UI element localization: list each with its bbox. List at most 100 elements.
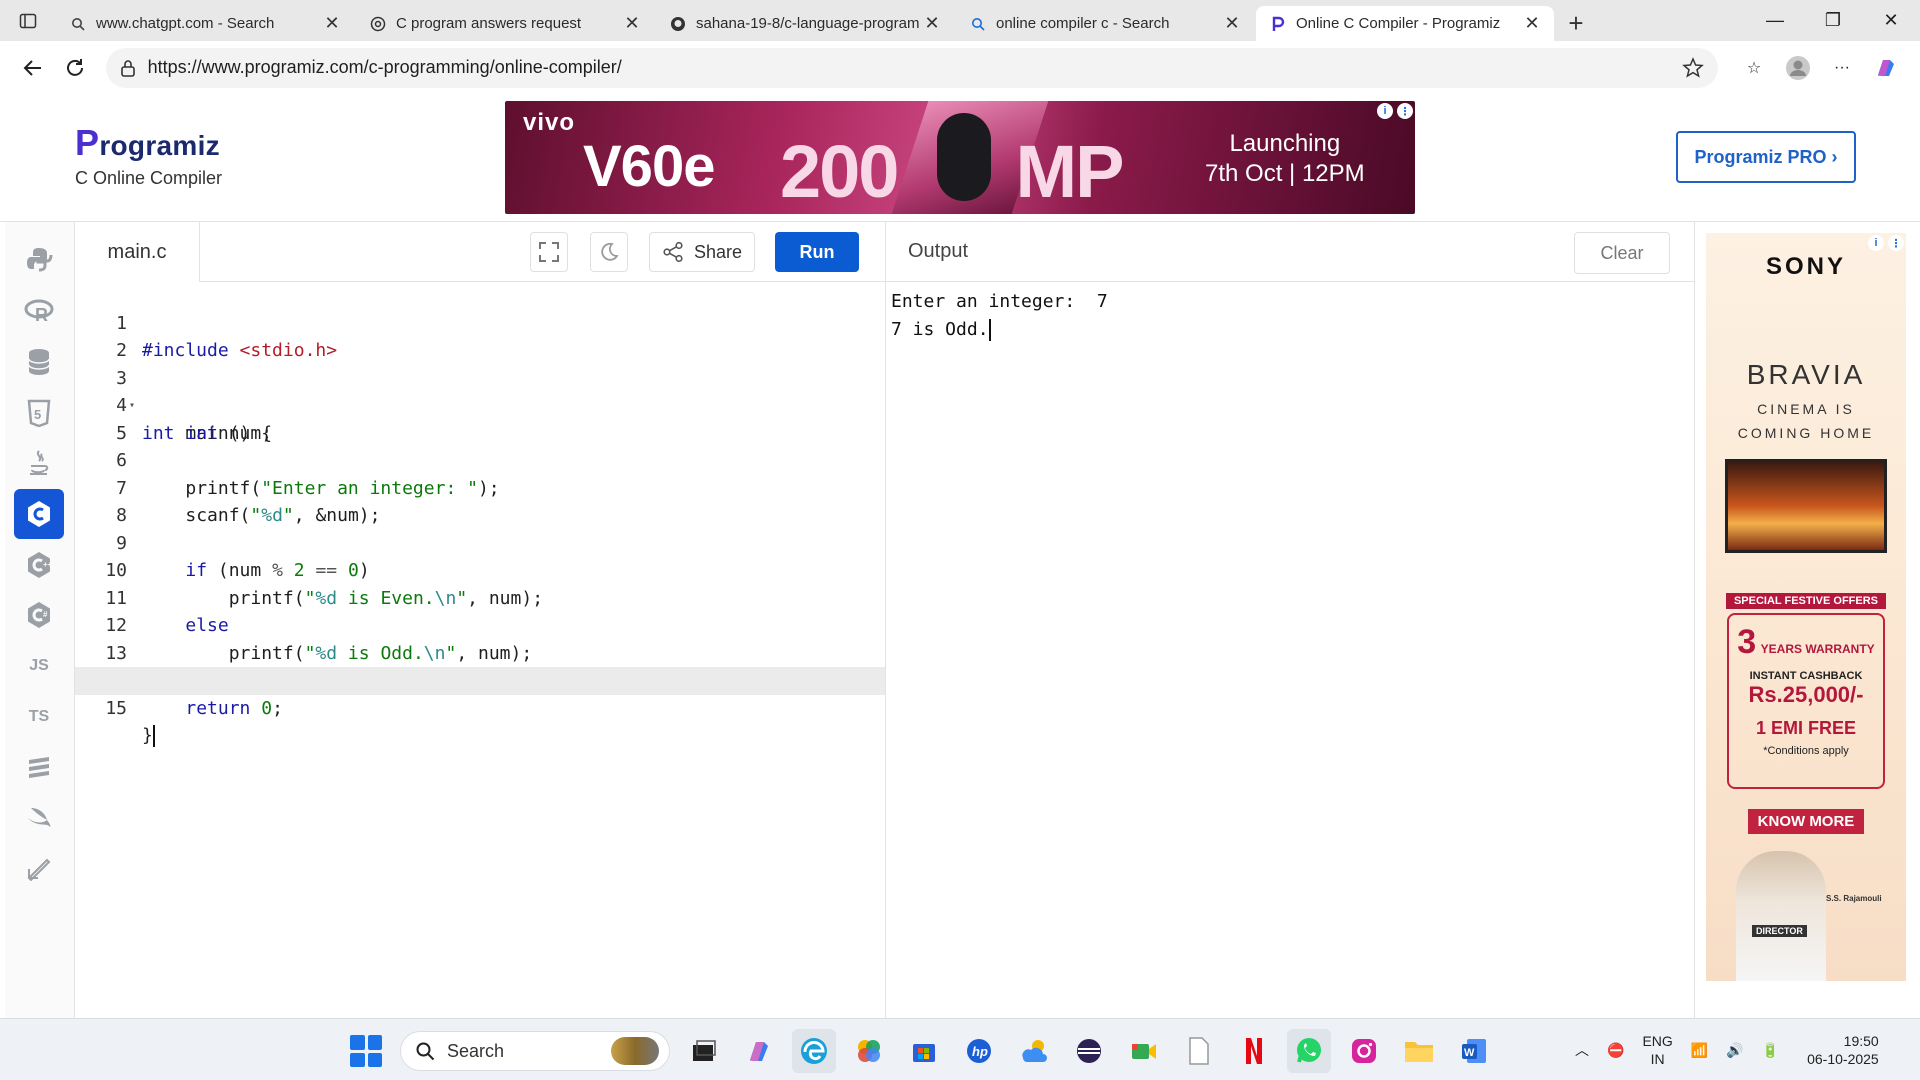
code-editor[interactable]: 1 #include <stdio.h> 2 3 ▾ int main() { …	[75, 282, 885, 1018]
rail-item-ts[interactable]: TS	[14, 692, 64, 742]
svg-text:#: #	[43, 610, 48, 619]
fullscreen-button[interactable]	[530, 232, 568, 272]
c-lang-icon	[28, 501, 50, 527]
editor-toolbar: main.c Share Run	[75, 222, 885, 282]
run-button[interactable]: Run	[775, 232, 859, 272]
favorites-button[interactable]: ☆	[1732, 47, 1776, 89]
close-tab-icon[interactable]: ✕	[622, 13, 642, 34]
taskbar-search-placeholder: Search	[447, 1040, 505, 1061]
ad-person-image	[1736, 851, 1826, 981]
taskbar-clock[interactable]: 19:50 06-10-2025	[1807, 1032, 1879, 1068]
ad-choices[interactable]: i ⋮	[1868, 235, 1904, 251]
favorite-star-icon[interactable]	[1682, 56, 1704, 79]
browser-tab[interactable]: C program answers request ✕	[356, 6, 654, 41]
rail-item-sql[interactable]	[14, 337, 64, 387]
rail-item-swift[interactable]	[14, 792, 64, 842]
battery-icon[interactable]: 🔋	[1762, 1042, 1779, 1059]
reload-button[interactable]	[54, 47, 96, 89]
programiz-logo[interactable]: Programiz C Online Compiler	[75, 122, 222, 189]
ad-know-more-button[interactable]: KNOW MORE	[1747, 809, 1865, 834]
programiz-pro-button[interactable]: Programiz PRO ›	[1676, 131, 1856, 183]
edge-icon	[801, 1038, 827, 1064]
taskbar-eclipse[interactable]	[1067, 1029, 1111, 1073]
wifi-icon[interactable]: 📶	[1691, 1042, 1708, 1059]
tab-actions-button[interactable]	[0, 0, 56, 41]
output-title: Output	[908, 240, 969, 262]
volume-icon[interactable]: 🔊	[1726, 1042, 1743, 1059]
moon-icon	[601, 242, 619, 261]
rail-item-go[interactable]	[14, 742, 64, 792]
taskbar-meet[interactable]	[1122, 1029, 1166, 1073]
ad-model: V60e	[583, 134, 715, 199]
search-highlight-icon	[611, 1037, 659, 1065]
ad-choices[interactable]: i ⋮	[1377, 103, 1413, 119]
share-button[interactable]: Share	[649, 232, 755, 272]
taskbar-file-explorer[interactable]	[1397, 1029, 1441, 1073]
rail-item-html[interactable]: 5	[14, 388, 64, 438]
back-button[interactable]	[12, 47, 54, 89]
tab-title: Online C Compiler - Programiz	[1296, 15, 1501, 32]
minimize-button[interactable]: —	[1746, 0, 1804, 41]
output-header: Output Clear	[886, 222, 1694, 282]
dark-mode-button[interactable]	[590, 232, 628, 272]
copilot-icon	[750, 1042, 768, 1061]
output-console[interactable]: Enter an integer: 7 7 is Odd.	[891, 288, 1108, 344]
more-menu-button[interactable]: ···	[1820, 47, 1864, 89]
word-icon: W	[1462, 1039, 1486, 1063]
close-window-button[interactable]: ✕	[1862, 0, 1920, 41]
windows-logo-icon	[350, 1035, 365, 1050]
task-view-button[interactable]	[682, 1029, 726, 1073]
rail-item-cpp[interactable]: ++	[14, 540, 64, 590]
code-line: 10 printf("%d is Even.\n", num);	[105, 560, 544, 609]
taskbar-edge[interactable]	[792, 1029, 836, 1073]
rail-item-js[interactable]: JS	[14, 641, 64, 691]
taskbar-whatsapp[interactable]	[1287, 1029, 1331, 1073]
rail-item-java[interactable]	[14, 438, 64, 488]
rail-item-csharp[interactable]: #	[14, 590, 64, 640]
weather-icon	[1022, 1040, 1047, 1062]
language-indicator[interactable]: ENG IN	[1642, 1032, 1672, 1068]
close-tab-icon[interactable]: ✕	[1222, 13, 1242, 34]
new-tab-button[interactable]: +	[1556, 6, 1596, 41]
stack-icon	[29, 757, 49, 778]
taskbar-weather[interactable]	[1012, 1029, 1056, 1073]
taskbar-store[interactable]	[902, 1029, 946, 1073]
rail-item-python[interactable]	[14, 234, 64, 284]
svg-text:hp: hp	[972, 1044, 988, 1059]
taskbar-hp[interactable]: hp	[957, 1029, 1001, 1073]
top-banner-ad[interactable]: vivo V60e 200 MP Launching 7th Oct | 12PM …	[505, 101, 1415, 214]
maximize-button[interactable]: ❐	[1804, 0, 1862, 41]
side-banner-ad[interactable]: i ⋮ SONY BRAVIA CINEMA IS COMING HOME SPEC…	[1706, 233, 1906, 981]
start-button[interactable]	[350, 1035, 382, 1067]
taskbar-file[interactable]	[1177, 1029, 1221, 1073]
python-icon	[27, 248, 53, 272]
browser-tab[interactable]: online compiler c - Search ✕	[956, 6, 1254, 41]
rail-item-r[interactable]: R	[14, 286, 64, 336]
taskbar-photos[interactable]	[847, 1029, 891, 1073]
address-bar[interactable]: https://www.programiz.com/c-programming/…	[105, 47, 1718, 88]
close-tab-icon[interactable]: ✕	[1522, 13, 1542, 34]
netflix-icon	[1246, 1038, 1262, 1064]
tab-title: www.chatgpt.com - Search	[96, 15, 275, 32]
show-hidden-icons-chevron-icon[interactable]: ︿	[1575, 1040, 1589, 1060]
close-tab-icon[interactable]: ✕	[922, 13, 942, 34]
svg-text:R: R	[35, 305, 48, 324]
vpn-shield-icon[interactable]: ⛔	[1607, 1042, 1624, 1059]
rail-item-c[interactable]	[14, 489, 64, 539]
browser-tab[interactable]: sahana-19-8/c-language-program ✕	[656, 6, 954, 41]
taskbar-search[interactable]: Search	[400, 1031, 670, 1071]
taskbar-word[interactable]: W	[1452, 1029, 1496, 1073]
clear-button[interactable]: Clear	[1574, 232, 1670, 274]
browser-tab-active[interactable]: Online C Compiler - Programiz ✕	[1256, 6, 1554, 41]
browser-tab[interactable]: www.chatgpt.com - Search ✕	[56, 6, 354, 41]
copilot-button[interactable]	[1864, 47, 1908, 89]
taskbar-netflix[interactable]	[1232, 1029, 1276, 1073]
search-icon	[70, 16, 86, 32]
rail-item-rust[interactable]	[14, 843, 64, 893]
code-line: 8	[116, 505, 127, 526]
profile-button[interactable]	[1776, 47, 1820, 89]
close-tab-icon[interactable]: ✕	[322, 13, 342, 34]
taskbar-copilot[interactable]	[737, 1029, 781, 1073]
taskbar-instagram[interactable]	[1342, 1029, 1386, 1073]
file-tab-main-c[interactable]: main.c	[75, 222, 200, 282]
